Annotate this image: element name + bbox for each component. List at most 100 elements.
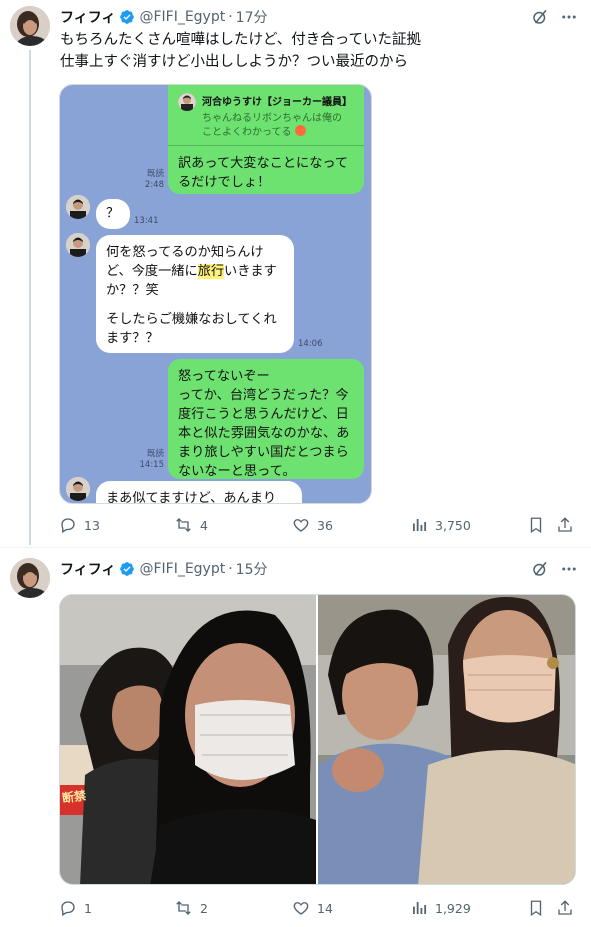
photo-right[interactable] [318,595,575,884]
reply-button[interactable]: 1 [59,898,92,918]
reply-count: 13 [84,517,100,533]
message-text-part: ど、今度一緒に [106,264,198,279]
repost-count: 4 [200,517,208,533]
share-icon [558,900,572,915]
quoted-message: 河合ゆうすけ【ジョーカー議員】 ちゃんねるリボンちゃんは俺の ことよくわかってる [168,85,364,145]
message-bubble-received: 何を怒ってるのか知らんけ ど、今度一緒に旅行いきます か？？笑 そしたらご機嫌な… [96,235,294,353]
views-icon [413,519,427,531]
tweet-header: フィフィ @FIFI_Egypt · 15分 [60,558,268,580]
grok-icon[interactable] [530,559,550,579]
share-button[interactable] [556,515,581,535]
message-text: か？？笑 [106,283,159,298]
quoted-text: ことよくわかってる [202,127,292,138]
quoted-text: ちゃんねるリボンちゃんは俺の [202,113,342,124]
message-text: ど、今度一緒に旅行いきます [106,262,284,281]
highlighted-word: 旅行 [197,264,225,279]
message-bubble-received: まあ似てますけど、あんまり [96,481,302,504]
like-button[interactable]: 14 [292,898,333,918]
tweet-text: もちろんたくさん喧嘩はしたけど、付き合っていた証拠 仕事上すぐ消すけど小出ししよ… [60,29,575,73]
message-time: 2:48 [144,180,164,190]
handle[interactable]: @FIFI_Egypt [139,561,225,577]
like-count: 14 [317,900,333,916]
message-text: るだけでしょ！ [178,175,271,190]
timestamp[interactable]: 15分 [236,559,268,579]
display-name[interactable]: フィフィ [60,559,115,579]
repost-button[interactable]: 4 [174,515,208,535]
repost-count: 2 [200,900,208,916]
handle[interactable]: @FIFI_Egypt [139,9,225,25]
message-text: 何を怒ってるのか知らんけ [106,245,264,260]
repost-icon [176,901,191,915]
reply-icon [61,518,75,533]
display-name[interactable]: フィフィ [60,7,115,27]
more-options-icon[interactable] [559,7,579,27]
reply-count: 1 [84,900,92,916]
read-label: 既読 [146,449,164,459]
chat-avatar [66,195,90,219]
tweet-text-line: もちろんたくさん喧嘩はしたけど、付き合っていた証拠 [60,32,422,48]
bookmark-icon [530,517,542,534]
grok-icon[interactable] [530,7,550,27]
views-button[interactable]: 3,750 [410,515,471,535]
bookmark-button[interactable] [527,898,552,918]
repost-button[interactable]: 2 [174,898,208,918]
separator-dot: · [228,561,233,577]
share-button[interactable] [556,898,581,918]
action-bar: 1 2 14 1,929 [59,898,579,920]
views-icon [413,902,427,914]
verified-badge-icon [119,561,135,577]
heart-icon [293,902,309,915]
read-receipt: 既読 14:15 [138,449,165,471]
quoted-name: 河合ゆうすけ【ジョーカー議員】 [202,97,352,108]
bookmark-button[interactable] [527,515,552,535]
photo-left[interactable]: 断禁 [60,595,316,884]
photo-sign-text: 断禁 [61,788,87,806]
avatar[interactable] [10,558,50,598]
like-button[interactable]: 36 [292,515,333,535]
message-text: まあ似てますけど、あんまり [106,491,277,504]
avatar[interactable] [10,6,50,46]
separator-dot: · [228,9,233,25]
reply-icon [61,901,75,916]
views-button[interactable]: 1,929 [410,898,471,918]
thread-line [29,50,31,545]
quoted-text-line2: ことよくわかってる [202,123,306,138]
message-bubble-received: ？ [96,199,130,229]
message-text: 本と似た雰囲気なのかな、あ [178,426,350,441]
heart-icon [293,519,309,532]
action-bar: 13 4 36 3,750 [59,515,579,537]
message-text: ないなーと思って。 [178,464,296,479]
message-bubble-sent: 訳あって大変なことになって るだけでしょ！ [168,146,364,194]
read-receipt: 既読 2:48 [138,169,164,191]
bookmark-icon [530,900,542,917]
message-text-part: いきます [224,264,277,279]
message-text: まり旅しやすい国だとつまら [178,445,349,460]
reply-button[interactable]: 13 [59,515,100,535]
message-bubble-sent: 怒ってないぞー ってか、台湾どうだった？今 度行こうと思うんだけど、日 本と似た… [168,359,364,479]
like-count: 36 [317,517,333,533]
verified-badge-icon [119,9,135,25]
view-count: 1,929 [435,900,471,916]
message-time: 14:15 [139,460,165,470]
message-text: 訳あって大変なことになって [178,156,349,171]
chat-avatar [66,233,90,257]
share-icon [558,517,572,532]
chat-avatar [66,477,90,501]
message-time: 14:06 [298,339,323,349]
message-text: 度行こうと思うんだけど、日 [178,407,349,422]
tweet-header: フィフィ @FIFI_Egypt · 17分 [60,6,268,28]
read-label: 既読 [146,169,164,179]
chat-screenshot-image[interactable]: 河合ゆうすけ【ジョーカー議員】 ちゃんねるリボンちゃんは俺の ことよくわかってる… [59,84,372,504]
message-text: ？ [106,206,120,221]
repost-icon [176,518,191,532]
message-text: そしたらご機嫌なおしてくれ [106,312,277,327]
more-options-icon[interactable] [559,559,579,579]
message-text: 怒ってないぞー [178,369,270,384]
quoted-avatar [178,93,196,111]
timestamp[interactable]: 17分 [236,7,268,27]
tweet-1[interactable]: フィフィ @FIFI_Egypt · 17分 もちろんたくさん喧嘩はしたけど、付… [0,0,591,545]
angry-emoji-icon [294,125,306,136]
message-text: ってか、台湾どうだった？今 [178,388,349,403]
tweet-text-line: 仕事上すぐ消すけど小出ししようか？つい最近のから [60,54,408,70]
